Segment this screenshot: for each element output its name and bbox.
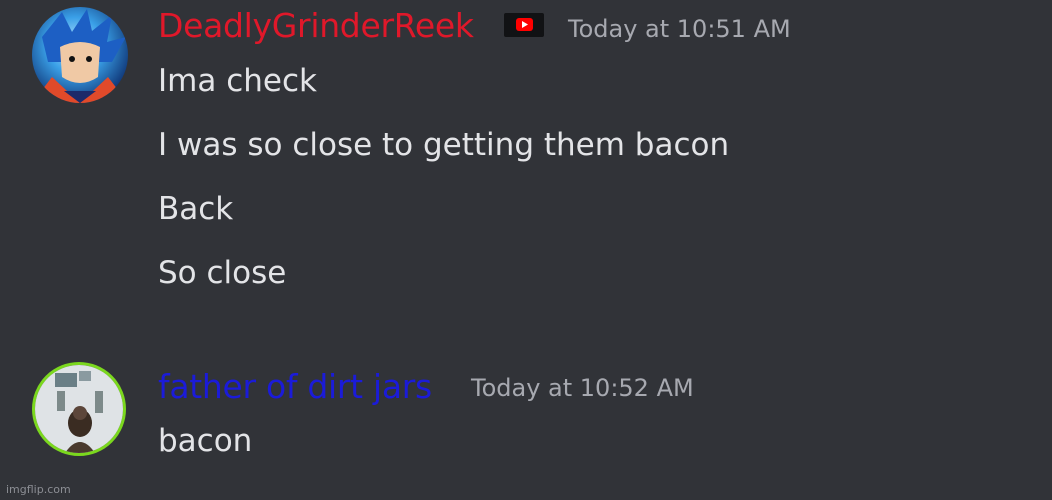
youtube-icon bbox=[504, 13, 544, 37]
message-text: Ima check bbox=[158, 63, 317, 99]
username[interactable]: DeadlyGrinderReek bbox=[158, 9, 474, 42]
username[interactable]: father of dirt jars bbox=[158, 370, 432, 403]
message-text: bacon bbox=[158, 423, 253, 459]
avatar-image bbox=[35, 365, 123, 453]
message-timestamp[interactable]: Today at 10:51 AM bbox=[568, 17, 791, 41]
message-group: DeadlyGrinderReek Today at 10:51 AM Ima … bbox=[0, 0, 1052, 330]
user-avatar[interactable] bbox=[32, 362, 126, 456]
message-text: Back bbox=[158, 191, 234, 227]
message-text: I was so close to getting them bacon bbox=[158, 127, 730, 163]
message-group: father of dirt jars Today at 10:52 AM ba… bbox=[0, 330, 1052, 500]
user-avatar[interactable] bbox=[32, 7, 128, 103]
watermark: imgflip.com bbox=[6, 483, 71, 496]
message-timestamp[interactable]: Today at 10:52 AM bbox=[471, 376, 694, 400]
avatar-image bbox=[32, 7, 128, 103]
message-text: So close bbox=[158, 255, 287, 291]
